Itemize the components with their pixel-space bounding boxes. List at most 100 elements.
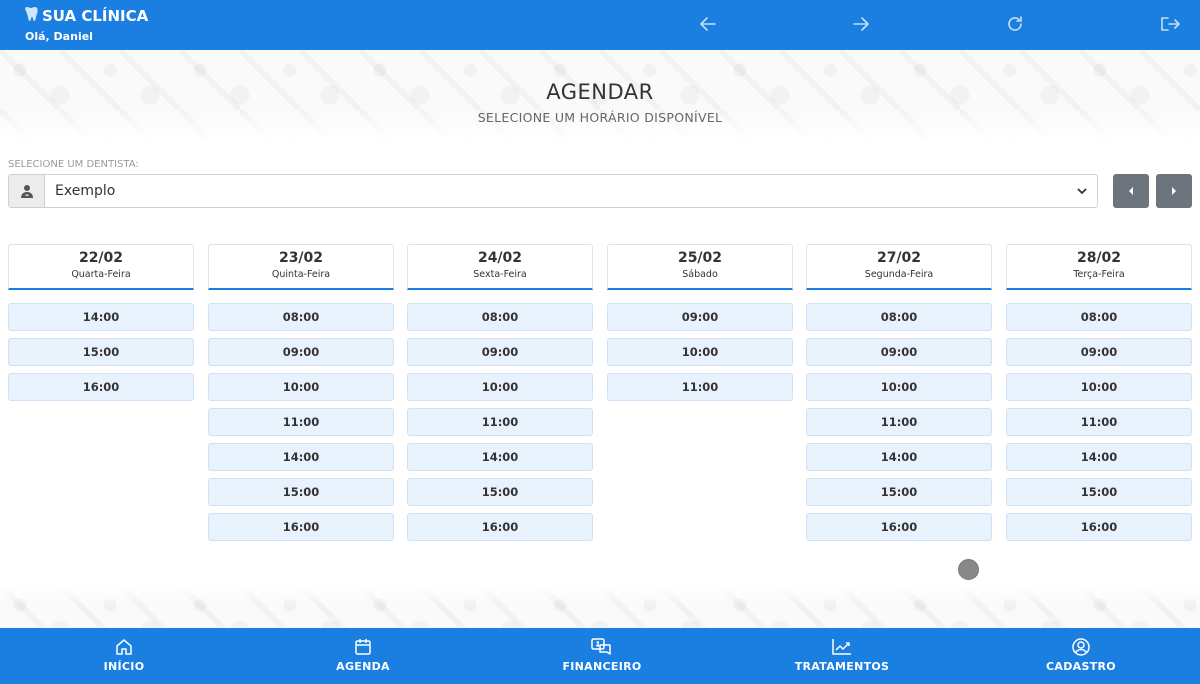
time-slot-list: 09:00 10:00 11:00 — [607, 303, 793, 401]
day-column: 28/02 Terça-Feira 08:00 09:00 10:00 11:00 14:0… — [1006, 244, 1192, 541]
day-header: 24/02 Sexta-Feira — [407, 244, 593, 290]
nav-label: INÍCIO — [103, 660, 145, 673]
time-slot-button[interactable]: 09:00 — [407, 338, 593, 366]
nav-label: AGENDA — [336, 660, 390, 673]
time-slot-list: 08:00 09:00 10:00 11:00 14:00 15:00 16:00 — [806, 303, 992, 541]
nav-tratamentos[interactable]: TRATAMENTOS — [762, 628, 922, 684]
time-slot-button[interactable]: 09:00 — [607, 303, 793, 331]
time-slot-button[interactable]: 16:00 — [208, 513, 394, 541]
time-slot-list: 08:00 09:00 10:00 11:00 14:00 15:00 16:00 — [1006, 303, 1192, 541]
day-weekday: Terça-Feira — [1073, 269, 1125, 280]
day-date: 22/02 — [78, 250, 124, 266]
dentist-select[interactable]: Exemplo — [8, 174, 1098, 208]
time-slot-button[interactable]: 11:00 — [607, 373, 793, 401]
time-slot-button[interactable]: 14:00 — [1006, 443, 1192, 471]
day-weekday: Quinta-Feira — [271, 269, 331, 280]
floating-indicator — [958, 559, 979, 580]
time-slot-button[interactable]: 15:00 — [8, 338, 194, 366]
time-slot-button[interactable]: 09:00 — [1006, 338, 1192, 366]
user-doctor-icon — [9, 175, 45, 207]
app-title: SUA CLÍNICA — [42, 7, 149, 25]
day-header: 22/02 Quarta-Feira — [8, 244, 194, 290]
time-slot-button[interactable]: 09:00 — [208, 338, 394, 366]
home-icon — [116, 639, 132, 655]
time-slot-list: 14:00 15:00 16:00 — [8, 303, 194, 401]
nav-agenda[interactable]: AGENDA — [283, 628, 443, 684]
previous-week-button[interactable] — [1113, 174, 1149, 208]
day-date: 25/02 — [677, 250, 723, 266]
caret-right-icon — [1172, 187, 1176, 195]
day-weekday: Sábado — [682, 269, 718, 280]
day-header: 25/02 Sábado — [607, 244, 793, 290]
time-slot-button[interactable]: 14:00 — [806, 443, 992, 471]
day-header: 23/02 Quinta-Feira — [208, 244, 394, 290]
time-slot-button[interactable]: 14:00 — [208, 443, 394, 471]
day-column: 25/02 Sábado 09:00 10:00 11:00 — [607, 244, 793, 401]
nav-label: FINANCEIRO — [562, 660, 642, 673]
time-slot-button[interactable]: 10:00 — [806, 373, 992, 401]
page-title: AGENDAR — [546, 80, 654, 104]
time-slot-button[interactable]: 10:00 — [407, 373, 593, 401]
money-chat-icon — [591, 638, 611, 655]
background-pattern-bottom — [0, 585, 1200, 628]
day-column: 24/02 Sexta-Feira 08:00 09:00 10:00 11:00 14:0… — [407, 244, 593, 541]
time-slot-button[interactable]: 16:00 — [1006, 513, 1192, 541]
arrow-left-icon[interactable] — [695, 12, 721, 36]
bottom-nav: INÍCIO AGENDA FINANCEIRO TRATAMENTOS CAD… — [0, 628, 1200, 684]
time-slot-button[interactable]: 11:00 — [1006, 408, 1192, 436]
time-slot-button[interactable]: 11:00 — [208, 408, 394, 436]
time-slot-button[interactable]: 14:00 — [407, 443, 593, 471]
time-slot-button[interactable]: 14:00 — [8, 303, 194, 331]
day-weekday: Segunda-Feira — [864, 269, 934, 280]
time-slot-button[interactable]: 16:00 — [407, 513, 593, 541]
chevron-down-icon — [1067, 175, 1097, 207]
day-header: 28/02 Terça-Feira — [1006, 244, 1192, 290]
nav-cadastro[interactable]: CADASTRO — [1001, 628, 1161, 684]
user-circle-icon — [1072, 638, 1090, 656]
time-slot-button[interactable]: 08:00 — [407, 303, 593, 331]
day-column: 23/02 Quinta-Feira 08:00 09:00 10:00 11:00 14:… — [208, 244, 394, 541]
refresh-icon[interactable] — [1002, 12, 1028, 36]
time-slot-button[interactable]: 09:00 — [806, 338, 992, 366]
nav-label: CADASTRO — [1046, 660, 1116, 673]
tooth-icon — [24, 6, 38, 26]
arrow-right-icon[interactable] — [848, 12, 874, 36]
time-slot-button[interactable]: 10:00 — [607, 338, 793, 366]
time-slot-button[interactable]: 15:00 — [806, 478, 992, 506]
time-slot-button[interactable]: 11:00 — [806, 408, 992, 436]
time-slot-button[interactable]: 08:00 — [806, 303, 992, 331]
day-date: 27/02 — [876, 250, 922, 266]
time-slot-button[interactable]: 16:00 — [806, 513, 992, 541]
day-column: 27/02 Segunda-Feira 08:00 09:00 10:00 11:00 14… — [806, 244, 992, 541]
day-date: 28/02 — [1076, 250, 1122, 266]
logout-icon[interactable] — [1157, 12, 1183, 36]
day-weekday: Sexta-Feira — [473, 269, 527, 280]
dentist-label: SELECIONE UM DENTISTA: — [8, 159, 139, 170]
day-date: 24/02 — [477, 250, 523, 266]
dentist-value: Exemplo — [55, 183, 116, 199]
time-slot-button[interactable]: 15:00 — [1006, 478, 1192, 506]
time-slot-button[interactable]: 08:00 — [1006, 303, 1192, 331]
day-column: 22/02 Quarta-Feira 14:00 15:00 16:00 — [8, 244, 194, 401]
nav-financeiro[interactable]: FINANCEIRO — [522, 628, 682, 684]
greeting: Olá, Daniel — [25, 30, 93, 43]
time-slot-button[interactable]: 15:00 — [208, 478, 394, 506]
time-slot-list: 08:00 09:00 10:00 11:00 14:00 15:00 16:00 — [208, 303, 394, 541]
time-slot-button[interactable]: 08:00 — [208, 303, 394, 331]
brand-title-row: SUA CLÍNICA — [24, 6, 148, 26]
day-date: 23/02 — [278, 250, 324, 266]
time-slot-button[interactable]: 16:00 — [8, 373, 194, 401]
pattern-fade — [0, 585, 1200, 605]
day-weekday: Quarta-Feira — [71, 269, 131, 280]
nav-inicio[interactable]: INÍCIO — [44, 628, 204, 684]
time-slot-button[interactable]: 10:00 — [208, 373, 394, 401]
chart-line-icon — [832, 639, 851, 655]
next-week-button[interactable] — [1156, 174, 1192, 208]
page-subtitle: SELECIONE UM HORÁRIO DISPONÍVEL — [477, 110, 723, 125]
time-slot-button[interactable]: 11:00 — [407, 408, 593, 436]
top-bar: SUA CLÍNICA Olá, Daniel — [0, 0, 1200, 50]
time-slot-list: 08:00 09:00 10:00 11:00 14:00 15:00 16:00 — [407, 303, 593, 541]
time-slot-button[interactable]: 10:00 — [1006, 373, 1192, 401]
time-slot-button[interactable]: 15:00 — [407, 478, 593, 506]
day-header: 27/02 Segunda-Feira — [806, 244, 992, 290]
